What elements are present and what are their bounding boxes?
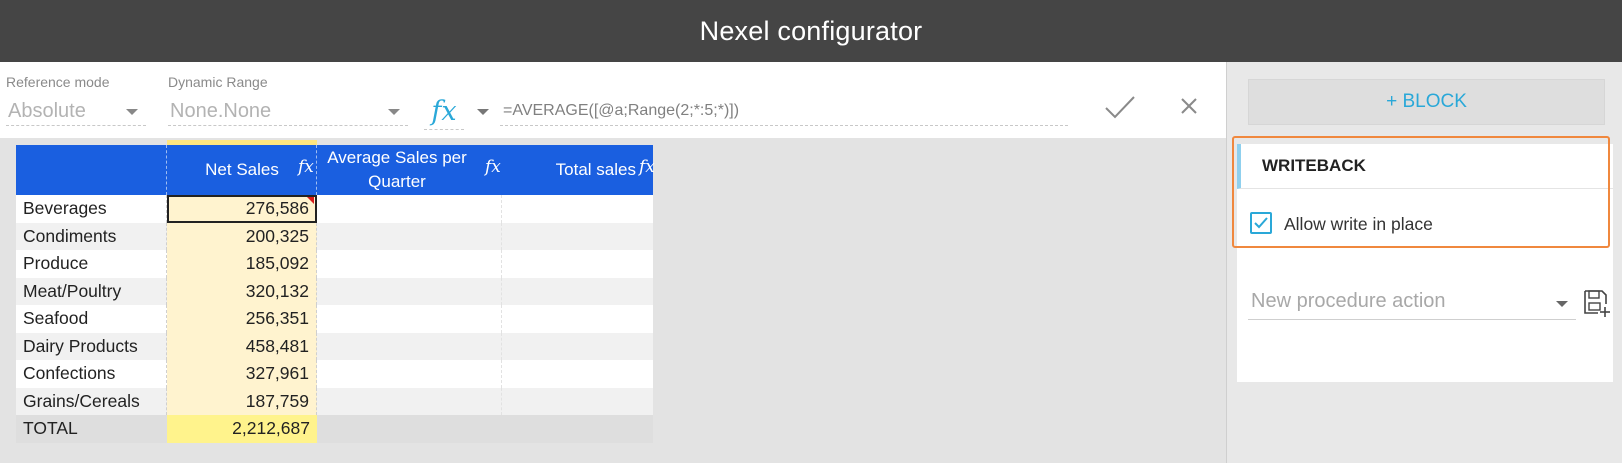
total-sales-cell[interactable] [502, 360, 653, 388]
average-sales-cell[interactable] [317, 305, 502, 333]
fx-icon: fx [639, 157, 655, 177]
table-row: Condiments 200,325 [16, 222, 653, 251]
table-row: Grains/Cereals 187,759 [16, 387, 653, 416]
total-sales-cell[interactable] [502, 223, 653, 251]
net-sales-cell[interactable]: 458,481 [167, 332, 317, 360]
check-icon [1105, 96, 1135, 119]
net-sales-cell[interactable]: 276,586 [167, 195, 317, 223]
cancel-button[interactable] [1172, 89, 1206, 123]
fx-icon: fx [485, 157, 501, 177]
header-net-sales[interactable]: Net Sales fx [167, 145, 317, 195]
confirm-button[interactable] [1100, 87, 1140, 127]
app-title: Nexel configurator [699, 15, 923, 46]
total-label[interactable]: TOTAL [16, 415, 167, 443]
reference-mode-value: Absolute [8, 100, 86, 122]
fx-function-button[interactable]: fx [424, 96, 464, 130]
dynamic-range-select[interactable]: None.None [168, 98, 408, 126]
table-row: Seafood 256,351 [16, 305, 653, 333]
reference-mode-label: Reference mode [6, 74, 110, 90]
total-sales-cell[interactable] [502, 305, 653, 333]
writeback-card: WRITEBACK Allow write in place New proce… [1232, 136, 1613, 382]
table-row: Beverages 276,586 [16, 195, 653, 223]
close-icon [1181, 98, 1197, 114]
net-sales-cell[interactable]: 187,759 [167, 387, 317, 415]
row-label[interactable]: Meat/Poultry [16, 277, 167, 305]
save-add-icon [1584, 290, 1610, 317]
net-sales-cell[interactable]: 256,351 [167, 305, 317, 333]
comment-indicator-icon [307, 197, 314, 204]
table-row: Dairy Products 458,481 [16, 332, 653, 361]
net-sales-cell[interactable]: 320,132 [167, 277, 317, 305]
net-sales-cell[interactable]: 200,325 [167, 222, 317, 250]
row-label[interactable]: Dairy Products [16, 332, 167, 360]
reference-mode-select[interactable]: Absolute [6, 98, 146, 126]
writeback-highlight-frame [1232, 136, 1610, 248]
net-sales-cell[interactable]: 185,092 [167, 250, 317, 278]
row-label[interactable]: Produce [16, 250, 167, 278]
total-average-sales-cell[interactable] [317, 415, 502, 443]
average-sales-cell[interactable] [317, 195, 502, 223]
header-total-sales-label: Total sales [555, 160, 636, 179]
total-sales-cell[interactable] [502, 333, 653, 361]
header-average-sales[interactable]: Average Sales per Quarter fx [317, 145, 502, 195]
average-sales-cell[interactable] [317, 387, 502, 415]
total-sales-cell[interactable] [502, 278, 653, 306]
header-total-sales[interactable]: Total sales fx [502, 145, 655, 195]
row-label[interactable]: Beverages [16, 195, 167, 223]
row-label[interactable]: Confections [16, 360, 167, 388]
header-average-sales-line1: Average Sales per [327, 148, 467, 167]
average-sales-cell[interactable] [317, 277, 502, 305]
average-sales-cell[interactable] [317, 332, 502, 360]
chevron-down-icon [388, 109, 400, 115]
side-panel: + BLOCK WRITEBACK Allow write in place N… [1226, 62, 1622, 463]
total-row: TOTAL 2,212,687 [16, 415, 653, 443]
row-label[interactable]: Condiments [16, 222, 167, 250]
procedure-action-select[interactable]: New procedure action [1248, 286, 1576, 320]
average-sales-cell[interactable] [317, 222, 502, 250]
formula-toolbar: Reference mode Absolute Dynamic Range No… [0, 62, 1226, 138]
table-row: Meat/Poultry 320,132 [16, 277, 653, 306]
table-row: Confections 327,961 [16, 360, 653, 388]
formula-input[interactable]: =AVERAGE([@a;Range(2;*:5;*)]) [500, 98, 1068, 126]
total-sales-cell[interactable] [502, 195, 653, 223]
total-sales-cell[interactable] [502, 388, 653, 416]
average-sales-cell[interactable] [317, 250, 502, 278]
total-total-sales-cell[interactable] [502, 415, 653, 443]
row-label[interactable]: Seafood [16, 305, 167, 333]
add-block-button[interactable]: + BLOCK [1248, 79, 1605, 125]
save-add-button[interactable] [1582, 288, 1612, 318]
dynamic-range-label: Dynamic Range [168, 74, 268, 90]
chevron-down-icon[interactable] [477, 109, 489, 115]
title-bar: Nexel configurator [0, 0, 1622, 62]
dynamic-range-value: None.None [170, 100, 272, 122]
net-sales-cell[interactable]: 327,961 [167, 360, 317, 388]
table-row: Produce 185,092 [16, 250, 653, 278]
chevron-down-icon [126, 109, 138, 115]
total-sales-cell[interactable] [502, 250, 653, 278]
average-sales-cell[interactable] [317, 360, 502, 388]
chevron-down-icon [1556, 301, 1568, 307]
header-net-sales-label: Net Sales [205, 160, 279, 179]
header-row-label-cell [16, 145, 167, 195]
header-average-sales-line2: Quarter [368, 172, 426, 191]
row-label[interactable]: Grains/Cereals [16, 387, 167, 415]
total-net-sales-cell[interactable]: 2,212,687 [167, 415, 317, 443]
fx-icon: fx [298, 157, 314, 177]
procedure-action-placeholder: New procedure action [1251, 290, 1446, 312]
